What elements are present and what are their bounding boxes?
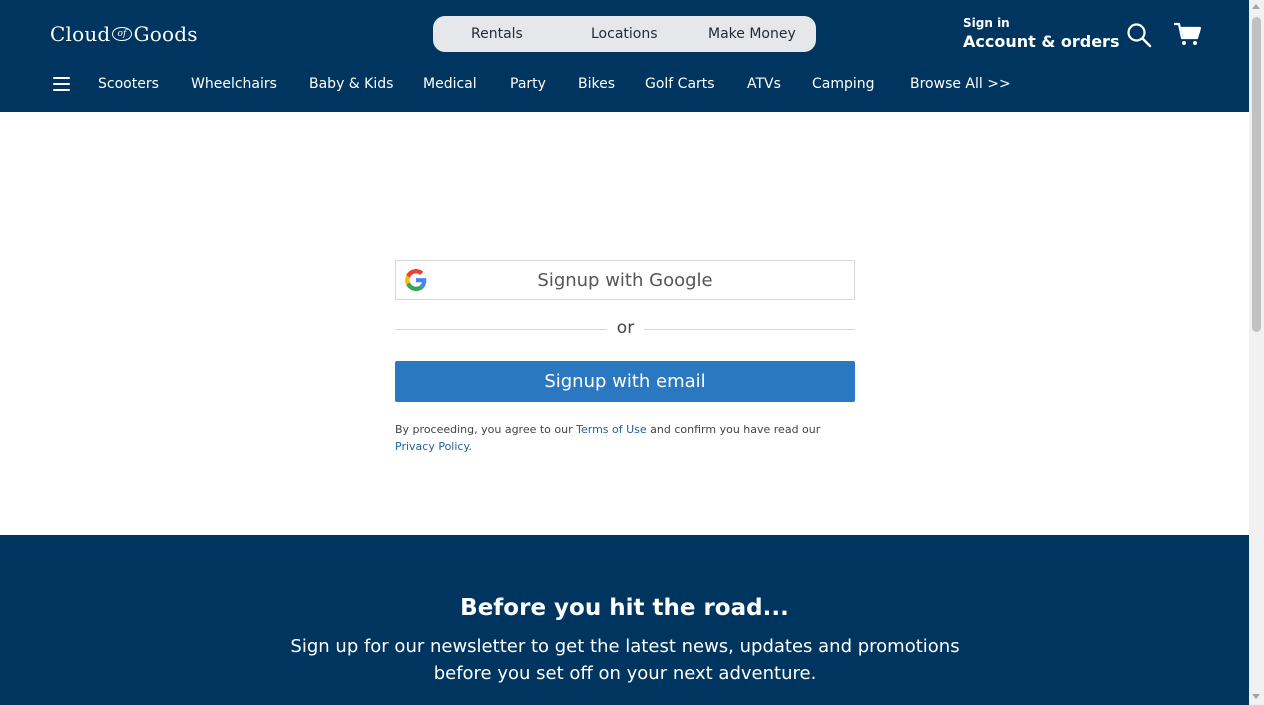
page: Cloud of Goods Rentals Locations Make Mo… xyxy=(0,0,1249,705)
top-pill-nav: Rentals Locations Make Money xyxy=(433,16,816,52)
category-bikes[interactable]: Bikes xyxy=(578,74,615,94)
nav-locations[interactable]: Locations xyxy=(591,16,658,52)
logo-text-goods: Goods xyxy=(133,22,198,46)
scroll-down-arrow-icon[interactable] xyxy=(1252,694,1260,699)
category-atvs[interactable]: ATVs xyxy=(747,74,781,94)
newsletter-title: Before you hit the road... xyxy=(460,595,789,621)
signup-email-button[interactable]: Signup with email xyxy=(395,361,855,402)
legal-middle: and confirm you have read our xyxy=(646,423,821,436)
category-party[interactable]: Party xyxy=(510,74,546,94)
menu-bar xyxy=(53,77,70,79)
category-medical[interactable]: Medical xyxy=(423,74,477,94)
category-baby-kids[interactable]: Baby & Kids xyxy=(309,74,393,94)
category-golf-carts[interactable]: Golf Carts xyxy=(645,74,715,94)
scrollbar-thumb[interactable] xyxy=(1252,17,1261,332)
newsletter-text: Sign up for our newsletter to get the la… xyxy=(290,636,960,684)
privacy-policy-link[interactable]: Privacy Policy xyxy=(395,440,468,453)
site-header: Cloud of Goods Rentals Locations Make Mo… xyxy=(0,0,1249,112)
sign-in-label: Sign in xyxy=(963,16,1010,30)
nav-rentals[interactable]: Rentals xyxy=(471,16,523,52)
account-link[interactable]: Sign in Account & orders xyxy=(963,16,1119,52)
signup-google-label: Signup with Google xyxy=(537,270,713,291)
category-scooters[interactable]: Scooters xyxy=(98,74,159,94)
hamburger-menu-icon[interactable] xyxy=(53,76,71,92)
account-orders-label: Account & orders xyxy=(963,32,1120,51)
scroll-up-arrow-icon[interactable] xyxy=(1252,4,1260,9)
newsletter-section: Before you hit the road... Sign up for o… xyxy=(0,535,1249,705)
legal-suffix: . xyxy=(468,440,472,453)
menu-bar xyxy=(53,83,70,85)
divider-right xyxy=(644,329,855,330)
logo-text-of: of xyxy=(112,27,132,41)
cart-icon[interactable] xyxy=(1173,21,1202,47)
category-camping[interactable]: Camping xyxy=(812,74,875,94)
terms-of-use-link[interactable]: Terms of Use xyxy=(576,423,647,436)
menu-bar xyxy=(53,89,70,91)
logo[interactable]: Cloud of Goods xyxy=(50,20,198,48)
nav-make-money[interactable]: Make Money xyxy=(708,16,796,52)
vertical-scrollbar[interactable] xyxy=(1249,0,1264,705)
category-wheelchairs[interactable]: Wheelchairs xyxy=(191,74,277,94)
signup-google-button[interactable]: Signup with Google xyxy=(395,260,855,300)
category-browse-all[interactable]: Browse All >> xyxy=(910,74,1011,94)
legal-notice: By proceeding, you agree to our Terms of… xyxy=(395,421,855,455)
logo-text-cloud: Cloud xyxy=(50,22,111,46)
search-icon[interactable] xyxy=(1126,22,1152,48)
or-separator: or xyxy=(616,318,635,338)
divider-left xyxy=(395,329,607,330)
legal-prefix: By proceeding, you agree to our xyxy=(395,423,577,436)
